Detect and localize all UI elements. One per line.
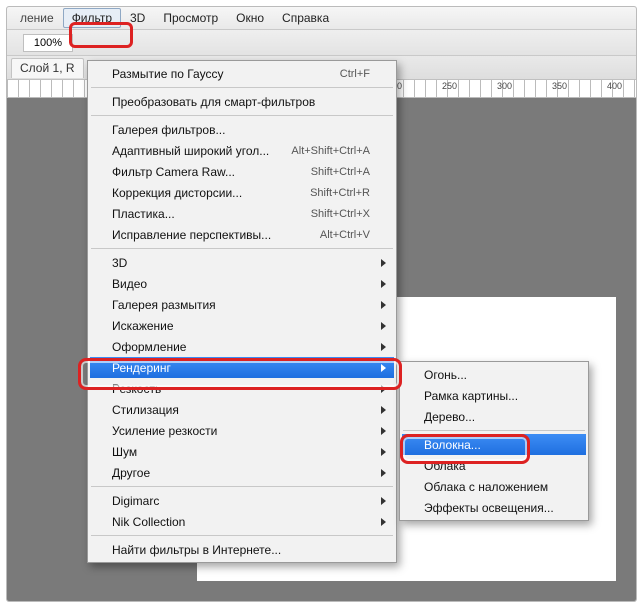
menu-item-3d[interactable]: 3D [121, 8, 154, 28]
menu-item-label: Оформление [112, 340, 186, 354]
menu-item-label: Огонь... [424, 368, 467, 382]
submenu-item[interactable]: Облака с наложением [402, 476, 586, 497]
menu-item-label: Digimarc [112, 494, 159, 508]
menu-shortcut: Alt+Shift+Ctrl+A [291, 145, 370, 157]
menu-item-label: Стилизация [112, 403, 179, 417]
menu-item[interactable]: Фильтр Camera Raw... Shift+Ctrl+A [90, 161, 394, 182]
menu-item-filter[interactable]: Фильтр [63, 8, 121, 28]
menu-item-window[interactable]: Окно [227, 8, 273, 28]
rendering-submenu: Огонь... Рамка картины... Дерево... Волокна… [399, 361, 589, 521]
menu-item-label: Фильтр Camera Raw... [112, 165, 235, 179]
submenu-item[interactable]: Волокна... [402, 434, 586, 455]
menu-item-label: Преобразовать для смарт-фильтров [112, 95, 315, 109]
options-bar: 100% [7, 30, 636, 56]
menu-shortcut: Shift+Ctrl+A [311, 166, 370, 178]
submenu-item[interactable]: Эффекты освещения... [402, 497, 586, 518]
menu-separator [403, 430, 585, 431]
submenu-item[interactable]: Облака [402, 455, 586, 476]
menu-item[interactable]: Рендеринг [90, 357, 394, 378]
menu-item[interactable]: Резкость [90, 378, 394, 399]
menu-item-label: Резкость [112, 382, 161, 396]
document-tab[interactable]: Слой 1, R [11, 58, 84, 78]
menu-item-label: Видео [112, 277, 147, 291]
menu-item-label: Эффекты освещения... [424, 501, 554, 515]
menu-separator [91, 115, 393, 116]
menu-separator [91, 486, 393, 487]
menu-item[interactable]: Искажение [90, 315, 394, 336]
menu-item-truncated[interactable]: ление [11, 8, 63, 28]
menu-item[interactable]: Галерея размытия [90, 294, 394, 315]
menu-item[interactable]: Пластика... Shift+Ctrl+X [90, 203, 394, 224]
menu-item-label: Nik Collection [112, 515, 185, 529]
menu-item-label: Усиление резкости [112, 424, 217, 438]
filter-dropdown-menu: Размытие по Гауссу Ctrl+F Преобразовать дл… [87, 60, 397, 563]
menu-item[interactable]: Шум [90, 441, 394, 462]
menu-item[interactable]: Адаптивный широкий угол... Alt+Shift+Ctrl… [90, 140, 394, 161]
menu-item-label: Размытие по Гауссу [112, 67, 223, 81]
ruler-mark: 350 [552, 81, 567, 91]
menu-item[interactable]: Digimarc [90, 490, 394, 511]
menu-item-label: Дерево... [424, 410, 475, 424]
menu-item-label: Рендеринг [112, 361, 171, 375]
menu-shortcut: Ctrl+F [340, 68, 370, 80]
menu-item[interactable]: Размытие по Гауссу Ctrl+F [90, 63, 394, 84]
menu-item-view[interactable]: Просмотр [154, 8, 227, 28]
menu-item-label: Искажение [112, 319, 174, 333]
submenu-item[interactable]: Огонь... [402, 364, 586, 385]
menu-shortcut: Shift+Ctrl+X [311, 208, 370, 220]
ruler-mark: 250 [442, 81, 457, 91]
menu-item[interactable]: Найти фильтры в Интернете... [90, 539, 394, 560]
menu-item-label: Другое [112, 466, 150, 480]
menu-bar: ление Фильтр 3D Просмотр Окно Справка [7, 7, 636, 30]
menu-item-label: Галерея фильтров... [112, 123, 225, 137]
ruler-mark: 400 [607, 81, 622, 91]
zoom-field[interactable]: 100% [23, 34, 73, 52]
menu-item[interactable]: Другое [90, 462, 394, 483]
menu-shortcut: Alt+Ctrl+V [320, 229, 370, 241]
menu-item-label: Шум [112, 445, 137, 459]
menu-item[interactable]: Усиление резкости [90, 420, 394, 441]
menu-item[interactable]: Видео [90, 273, 394, 294]
menu-item[interactable]: Коррекция дисторсии... Shift+Ctrl+R [90, 182, 394, 203]
menu-item-label: 3D [112, 256, 127, 270]
menu-item-label: Галерея размытия [112, 298, 216, 312]
ruler-mark: 300 [497, 81, 512, 91]
menu-item-label: Облака [424, 459, 466, 473]
menu-item-label: Коррекция дисторсии... [112, 186, 242, 200]
menu-item[interactable]: Оформление [90, 336, 394, 357]
menu-separator [91, 535, 393, 536]
menu-item[interactable]: Галерея фильтров... [90, 119, 394, 140]
menu-item[interactable]: 3D [90, 252, 394, 273]
menu-item-help[interactable]: Справка [273, 8, 338, 28]
menu-item-label: Волокна... [424, 438, 481, 452]
menu-item-label: Рамка картины... [424, 389, 518, 403]
menu-item-label: Пластика... [112, 207, 175, 221]
menu-item-label: Адаптивный широкий угол... [112, 144, 269, 158]
submenu-item[interactable]: Дерево... [402, 406, 586, 427]
menu-separator [91, 248, 393, 249]
menu-separator [91, 87, 393, 88]
menu-item-label: Облака с наложением [424, 480, 548, 494]
menu-item[interactable]: Исправление перспективы... Alt+Ctrl+V [90, 224, 394, 245]
menu-item-label: Найти фильтры в Интернете... [112, 543, 281, 557]
menu-item[interactable]: Стилизация [90, 399, 394, 420]
submenu-item[interactable]: Рамка картины... [402, 385, 586, 406]
menu-item[interactable]: Преобразовать для смарт-фильтров [90, 91, 394, 112]
menu-item-label: Исправление перспективы... [112, 228, 271, 242]
menu-item[interactable]: Nik Collection [90, 511, 394, 532]
menu-shortcut: Shift+Ctrl+R [310, 187, 370, 199]
